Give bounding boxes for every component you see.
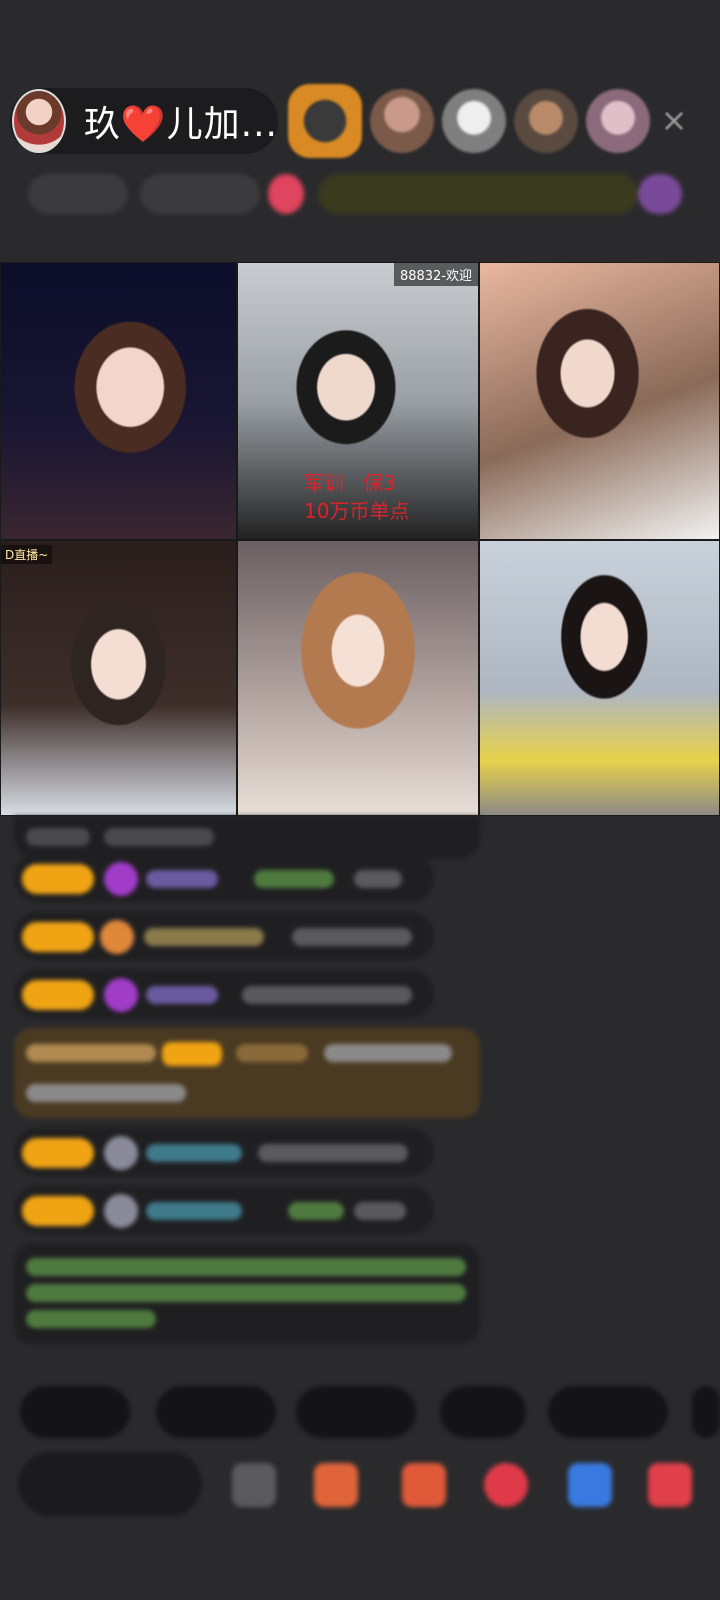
badge-item[interactable] xyxy=(638,174,682,214)
gem-icon xyxy=(104,862,138,896)
host-name-suffix: 儿加... xyxy=(166,104,278,145)
chat-message[interactable] xyxy=(14,970,434,1018)
level-badge xyxy=(22,922,94,952)
host-name: 玖❤️儿加... xyxy=(84,95,278,147)
viewer-avatar[interactable] xyxy=(370,89,434,153)
level-badge xyxy=(22,1196,94,1226)
heart-icon: ❤️ xyxy=(120,104,167,145)
shortcut-pill[interactable] xyxy=(20,1386,130,1438)
level-badge xyxy=(22,864,94,894)
chat-message[interactable] xyxy=(14,1128,434,1176)
close-icon[interactable]: × xyxy=(656,102,692,138)
heart-gift-icon[interactable] xyxy=(484,1463,528,1507)
video-cell[interactable]: D直播~ xyxy=(0,540,237,816)
shortcut-pill[interactable] xyxy=(440,1386,526,1438)
game-icon[interactable] xyxy=(568,1463,612,1507)
video-cell[interactable] xyxy=(237,540,479,816)
chat-message[interactable] xyxy=(14,816,480,858)
chat-message-highlight[interactable] xyxy=(14,1028,480,1118)
shortcut-pill[interactable] xyxy=(692,1386,720,1438)
top-viewers xyxy=(288,84,650,158)
badge-item[interactable] xyxy=(318,174,638,214)
level-badge xyxy=(22,1138,94,1168)
viewer-avatar[interactable] xyxy=(586,89,650,153)
treasure-icon[interactable] xyxy=(402,1463,446,1507)
viewer-avatar[interactable] xyxy=(514,89,578,153)
chat-message[interactable] xyxy=(14,854,434,902)
badge-icon xyxy=(100,920,134,954)
shortcut-pill[interactable] xyxy=(156,1386,276,1438)
chat-message[interactable] xyxy=(14,1186,434,1234)
shortcut-pills xyxy=(20,1386,720,1438)
badge-icon xyxy=(104,1136,138,1170)
viewer-avatar[interactable] xyxy=(288,84,362,158)
viewer-avatar[interactable] xyxy=(442,89,506,153)
video-cell[interactable] xyxy=(0,262,237,540)
host-avatar[interactable] xyxy=(12,89,66,153)
gift-box-icon[interactable] xyxy=(314,1463,358,1507)
cell-live-tag: D直播~ xyxy=(1,545,53,564)
badge-item[interactable] xyxy=(28,174,128,214)
chat-message[interactable] xyxy=(14,912,434,960)
host-pill[interactable]: 玖❤️儿加... xyxy=(10,88,278,154)
level-badge xyxy=(22,980,94,1010)
video-grid: 88832-欢迎 军训 保3 10万币单点 D直播~ xyxy=(0,262,720,816)
video-cell[interactable] xyxy=(479,262,720,540)
emoji-icon[interactable] xyxy=(232,1463,276,1507)
host-name-prefix: 玖 xyxy=(83,104,121,145)
chat-input[interactable] xyxy=(18,1452,202,1516)
gem-icon xyxy=(104,978,138,1012)
video-cell[interactable] xyxy=(479,540,720,816)
badge-row xyxy=(18,170,698,218)
more-icon[interactable] xyxy=(648,1463,692,1507)
shortcut-pill[interactable] xyxy=(296,1386,416,1438)
gift-icon[interactable] xyxy=(268,174,304,214)
chat-system-notice xyxy=(14,1244,480,1344)
shortcut-pill[interactable] xyxy=(548,1386,668,1438)
cell-welcome-tag: 88832-欢迎 xyxy=(393,263,478,286)
video-cell[interactable]: 88832-欢迎 军训 保3 10万币单点 xyxy=(237,262,479,540)
badge-icon xyxy=(104,1194,138,1228)
cell-overlay-text: 军训 保3 10万币单点 xyxy=(304,471,410,523)
badge-item[interactable] xyxy=(140,174,260,214)
